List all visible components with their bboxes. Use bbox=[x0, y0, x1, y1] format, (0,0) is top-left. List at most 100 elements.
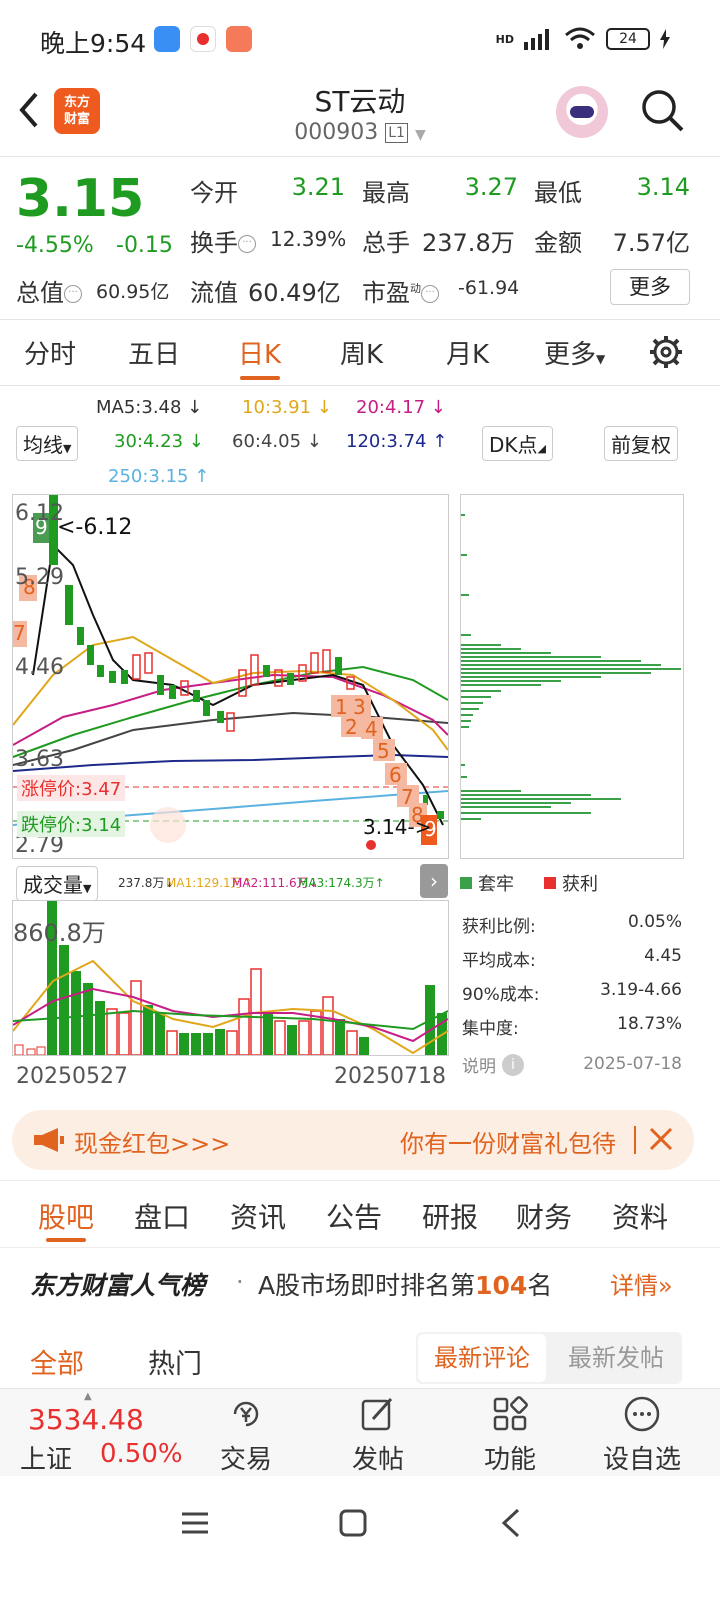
index-name: 上证 bbox=[20, 1445, 73, 1475]
tab-finance[interactable]: 财务 bbox=[516, 1196, 572, 1236]
float-cap-label: 流值 bbox=[190, 279, 238, 307]
y-tick-label: 4.46 bbox=[15, 655, 64, 680]
y-tick-label: 5.29 bbox=[15, 565, 64, 590]
total-cap-label[interactable]: 总值 ··· bbox=[16, 273, 82, 308]
home-icon[interactable] bbox=[338, 1508, 368, 1538]
stock-header: 东方 财富 ST云动 000903 L1 ▼ bbox=[0, 76, 720, 156]
index-change: 0.50% bbox=[100, 1439, 183, 1469]
adjust-select[interactable]: 前复权 bbox=[604, 426, 678, 461]
profit-ratio-value: 0.05% bbox=[627, 912, 682, 932]
feed-tab-all[interactable]: 全部 bbox=[30, 1342, 84, 1381]
avg-line-select[interactable]: 均线▼ bbox=[16, 426, 79, 461]
wifi-icon bbox=[565, 27, 595, 49]
chip-note[interactable]: 说明 i bbox=[462, 1052, 524, 1077]
expand-arrow-icon[interactable]: › bbox=[420, 864, 448, 898]
functions-button[interactable]: 功能 bbox=[460, 1389, 560, 1477]
pe-sup: 动 bbox=[410, 282, 421, 295]
tab-five-day[interactable]: 五日 bbox=[128, 334, 180, 371]
tab-guba[interactable]: 股吧 bbox=[38, 1196, 94, 1236]
tab-news[interactable]: 资讯 bbox=[230, 1196, 286, 1236]
stock-name: ST云动 bbox=[314, 85, 406, 118]
ma20-legend: 20:4.17 ↓ bbox=[356, 397, 446, 418]
index-value[interactable]: 3534.48 bbox=[28, 1403, 144, 1436]
limit-down-label: 跌停价:3.14 bbox=[17, 811, 126, 837]
amount-label: 金额 bbox=[534, 229, 582, 257]
sort-latest-comment[interactable]: 最新评论 bbox=[418, 1334, 546, 1382]
ai-assistant-icon[interactable] bbox=[556, 86, 608, 138]
y-tick-label: 3.63 bbox=[15, 747, 64, 772]
bottom-bar: ▲ 3534.48 上证 0.50% 交易 发帖 功能 设自选 bbox=[0, 1388, 720, 1476]
rank-text: A股市场即时排名第104名 bbox=[258, 1271, 553, 1300]
stock-code-row[interactable]: 000903 L1 ▼ bbox=[0, 120, 720, 145]
chevron-down-icon: ▼ bbox=[414, 127, 426, 143]
app-notification-icon bbox=[154, 26, 180, 52]
pe-label[interactable]: 市盈动 ··· bbox=[362, 273, 439, 308]
chip-svg bbox=[461, 514, 681, 820]
post-button[interactable]: 发帖 bbox=[328, 1389, 428, 1477]
info-icon: ··· bbox=[238, 235, 256, 253]
system-nav-bar bbox=[0, 1476, 720, 1600]
volume-chart[interactable]: 860.8万 bbox=[12, 900, 449, 1056]
max-price-marker: <-6.12 bbox=[57, 515, 133, 540]
ma5-legend: MA5:3.48 ↓ bbox=[96, 397, 203, 418]
back-nav-icon[interactable] bbox=[498, 1506, 524, 1540]
promo-right-text: 你有一份财富礼包待 bbox=[400, 1130, 616, 1158]
low-label: 最低 bbox=[534, 179, 582, 207]
tab-profile[interactable]: 资料 bbox=[612, 1196, 668, 1236]
tab-announcements[interactable]: 公告 bbox=[326, 1196, 382, 1236]
loss-legend-label: 套牢 bbox=[478, 874, 514, 895]
turnover-value: 12.39% bbox=[270, 227, 347, 251]
dk-label: 5 bbox=[377, 739, 390, 763]
tab-pankou[interactable]: 盘口 bbox=[134, 1196, 190, 1236]
open-label: 今开 bbox=[190, 179, 238, 207]
promo-banner[interactable]: 现金红包>>> 你有一份财富礼包待 bbox=[12, 1110, 694, 1170]
tab-more[interactable]: 更多▼ bbox=[544, 334, 605, 371]
shop-notification-icon bbox=[226, 26, 252, 52]
more-quote-button[interactable]: 更多 bbox=[610, 269, 690, 305]
indicator-select[interactable]: 成交量▼ bbox=[16, 866, 99, 901]
rank-detail-link[interactable]: 详情» bbox=[610, 1266, 673, 1301]
avg-cost-label: 平均成本: bbox=[462, 951, 536, 971]
sort-latest-post[interactable]: 最新发帖 bbox=[552, 1334, 680, 1382]
rank-number: 104 bbox=[475, 1271, 528, 1300]
search-icon[interactable] bbox=[640, 88, 684, 132]
limit-up-label: 涨停价:3.47 bbox=[17, 775, 126, 801]
tab-research[interactable]: 研报 bbox=[422, 1196, 478, 1236]
profit-ratio-label: 获利比例: bbox=[462, 917, 536, 937]
double-chevron-icon: » bbox=[658, 1272, 673, 1300]
tab-daily-k[interactable]: 日K bbox=[238, 334, 281, 371]
turnover-label[interactable]: 换手 ··· bbox=[190, 223, 256, 258]
grid-icon bbox=[493, 1396, 528, 1431]
status-bar: 晚上9:54 HD 24 bbox=[0, 0, 720, 76]
tab-weekly-k[interactable]: 周K bbox=[340, 334, 383, 371]
vol-ma3: MA3:174.3万↑ bbox=[298, 876, 385, 890]
menu-icon[interactable] bbox=[180, 1508, 210, 1538]
tab-monthly-k[interactable]: 月K bbox=[446, 334, 489, 371]
megaphone-icon bbox=[34, 1128, 64, 1152]
pe-value: -61.94 bbox=[458, 277, 520, 299]
hd-icon: HD bbox=[495, 32, 514, 46]
dk-point-toggle[interactable]: DK点◢ bbox=[482, 426, 553, 461]
add-watchlist-button[interactable]: 设自选 bbox=[592, 1389, 692, 1477]
low-value: 3.14 bbox=[636, 173, 690, 201]
post-label: 发帖 bbox=[351, 1445, 404, 1475]
dk-label: 3 bbox=[353, 695, 366, 719]
close-icon[interactable] bbox=[648, 1126, 674, 1152]
kline-chart[interactable]: 9 8 7 1 2 3 4 5 6 7 8 9 6.12 5.29 4.46 3… bbox=[12, 494, 449, 859]
functions-label: 功能 bbox=[483, 1445, 536, 1475]
quote-panel: 3.15 -4.55% -0.15 今开 3.21 最高 3.27 最低 3.1… bbox=[0, 156, 720, 320]
feed-tab-hot[interactable]: 热门 bbox=[148, 1342, 202, 1381]
active-tab-indicator bbox=[240, 376, 280, 380]
gear-icon[interactable] bbox=[648, 334, 684, 370]
date-start-label: 20250527 bbox=[16, 1064, 128, 1089]
kline-svg bbox=[12, 495, 449, 850]
trade-button[interactable]: 交易 bbox=[196, 1389, 296, 1477]
current-price: 3.15 bbox=[16, 169, 145, 229]
high-label: 最高 bbox=[362, 179, 410, 207]
profit-legend-label: 获利 bbox=[562, 874, 598, 895]
tab-intraday[interactable]: 分时 bbox=[24, 334, 76, 371]
stock-code: 000903 bbox=[294, 120, 379, 145]
chip-distribution-chart[interactable] bbox=[460, 494, 684, 859]
signal-icon bbox=[524, 29, 549, 50]
ma10-legend: 10:3.91 ↓ bbox=[242, 397, 332, 418]
